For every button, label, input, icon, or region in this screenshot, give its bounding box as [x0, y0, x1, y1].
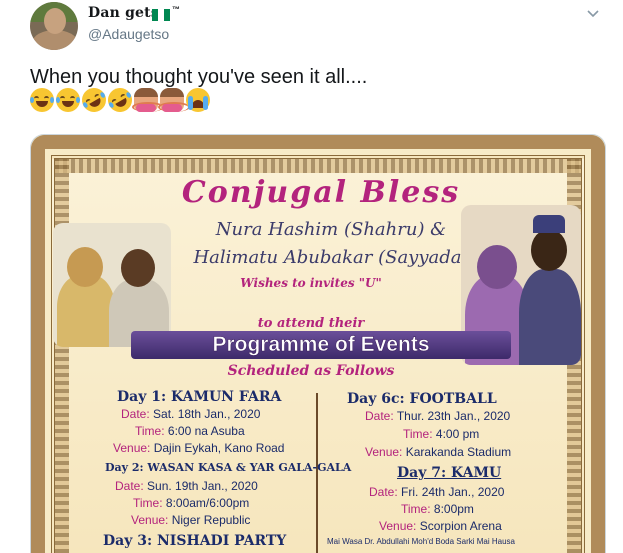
- scheduled-text: Scheduled as Follows: [227, 363, 395, 379]
- event-time: Time: 8:00am/6:00pm: [133, 496, 250, 510]
- event-day-title: Day 6c: FOOTBALL: [347, 391, 497, 407]
- face-with-tears-of-joy-icon: [30, 88, 54, 112]
- event-day-title: Day 7: KAMU: [397, 465, 502, 481]
- event-day-title: Day 1: KAMUN FARA: [117, 389, 282, 405]
- event-time: Time: 4:00 pm: [403, 427, 480, 441]
- programme-banner: Programme of Events: [131, 331, 511, 359]
- person-gesturing-ok-icon: [132, 88, 164, 112]
- event-date: Date: Sun. 19th Jan., 2020: [115, 479, 258, 493]
- avatar-face: [44, 8, 66, 34]
- event-day-title: Day 2: WASAN KASA & YAR GALA-GALA: [105, 461, 352, 474]
- frame-pattern-top: [55, 159, 581, 173]
- rolling-on-the-floor-laughing-icon: [77, 83, 111, 117]
- event-venue: Venue: Karakanda Stadium: [365, 445, 512, 459]
- event-date: Date: Fri. 24th Jan., 2020: [369, 485, 505, 499]
- event-venue: Venue: Scorpion Arena: [379, 519, 502, 533]
- avatar[interactable]: [30, 2, 78, 50]
- tweet: Dan getso ™ @Adaugetso When you thought …: [0, 0, 623, 553]
- tweet-image[interactable]: Conjugal Bless Nura Hashim (Shahru) & Ha…: [30, 134, 606, 553]
- wishes-text: Wishes to invites "U": [240, 276, 382, 290]
- event-venue: Venue: Dajin Eykah, Kano Road: [113, 441, 285, 455]
- nigeria-flag-icon: [152, 9, 170, 21]
- user-handle[interactable]: @Adaugetso: [88, 26, 169, 42]
- event-date: Date: Thur. 23th Jan., 2020: [365, 409, 511, 423]
- chevron-down-icon[interactable]: [584, 6, 602, 24]
- loudly-crying-face-icon: [186, 88, 210, 112]
- tweet-text: When you thought you've seen it all....: [30, 66, 368, 88]
- event-day-title: Day 3: NISHADI PARTY: [103, 533, 287, 549]
- event-time: Time: 6:00 na Asuba: [135, 424, 245, 438]
- face-with-tears-of-joy-icon: [56, 88, 80, 112]
- event-note: Mai Wasa Dr. Abdullahi Moh'd Boda Sarki …: [327, 537, 515, 546]
- card-title: Conjugal Bless: [181, 175, 461, 210]
- person-gesturing-ok-icon: [158, 88, 190, 112]
- attend-text: to attend their: [257, 316, 365, 331]
- couple-names-line-1: Nura Hashim (Shahru) &: [215, 219, 447, 240]
- rolling-on-the-floor-laughing-icon: [103, 83, 137, 117]
- event-venue: Venue: Niger Republic: [131, 513, 251, 527]
- couple-names-line-2: Halimatu Abubakar (Sayyada): [193, 247, 469, 268]
- trademark-symbol: ™: [172, 5, 180, 14]
- couple-photo-left: [53, 223, 171, 347]
- frame-pattern-left: [55, 159, 69, 553]
- event-time: Time: 8:00pm: [401, 502, 474, 516]
- event-date: Date: Sat. 18th Jan., 2020: [121, 407, 261, 421]
- emoji-row: [30, 83, 210, 117]
